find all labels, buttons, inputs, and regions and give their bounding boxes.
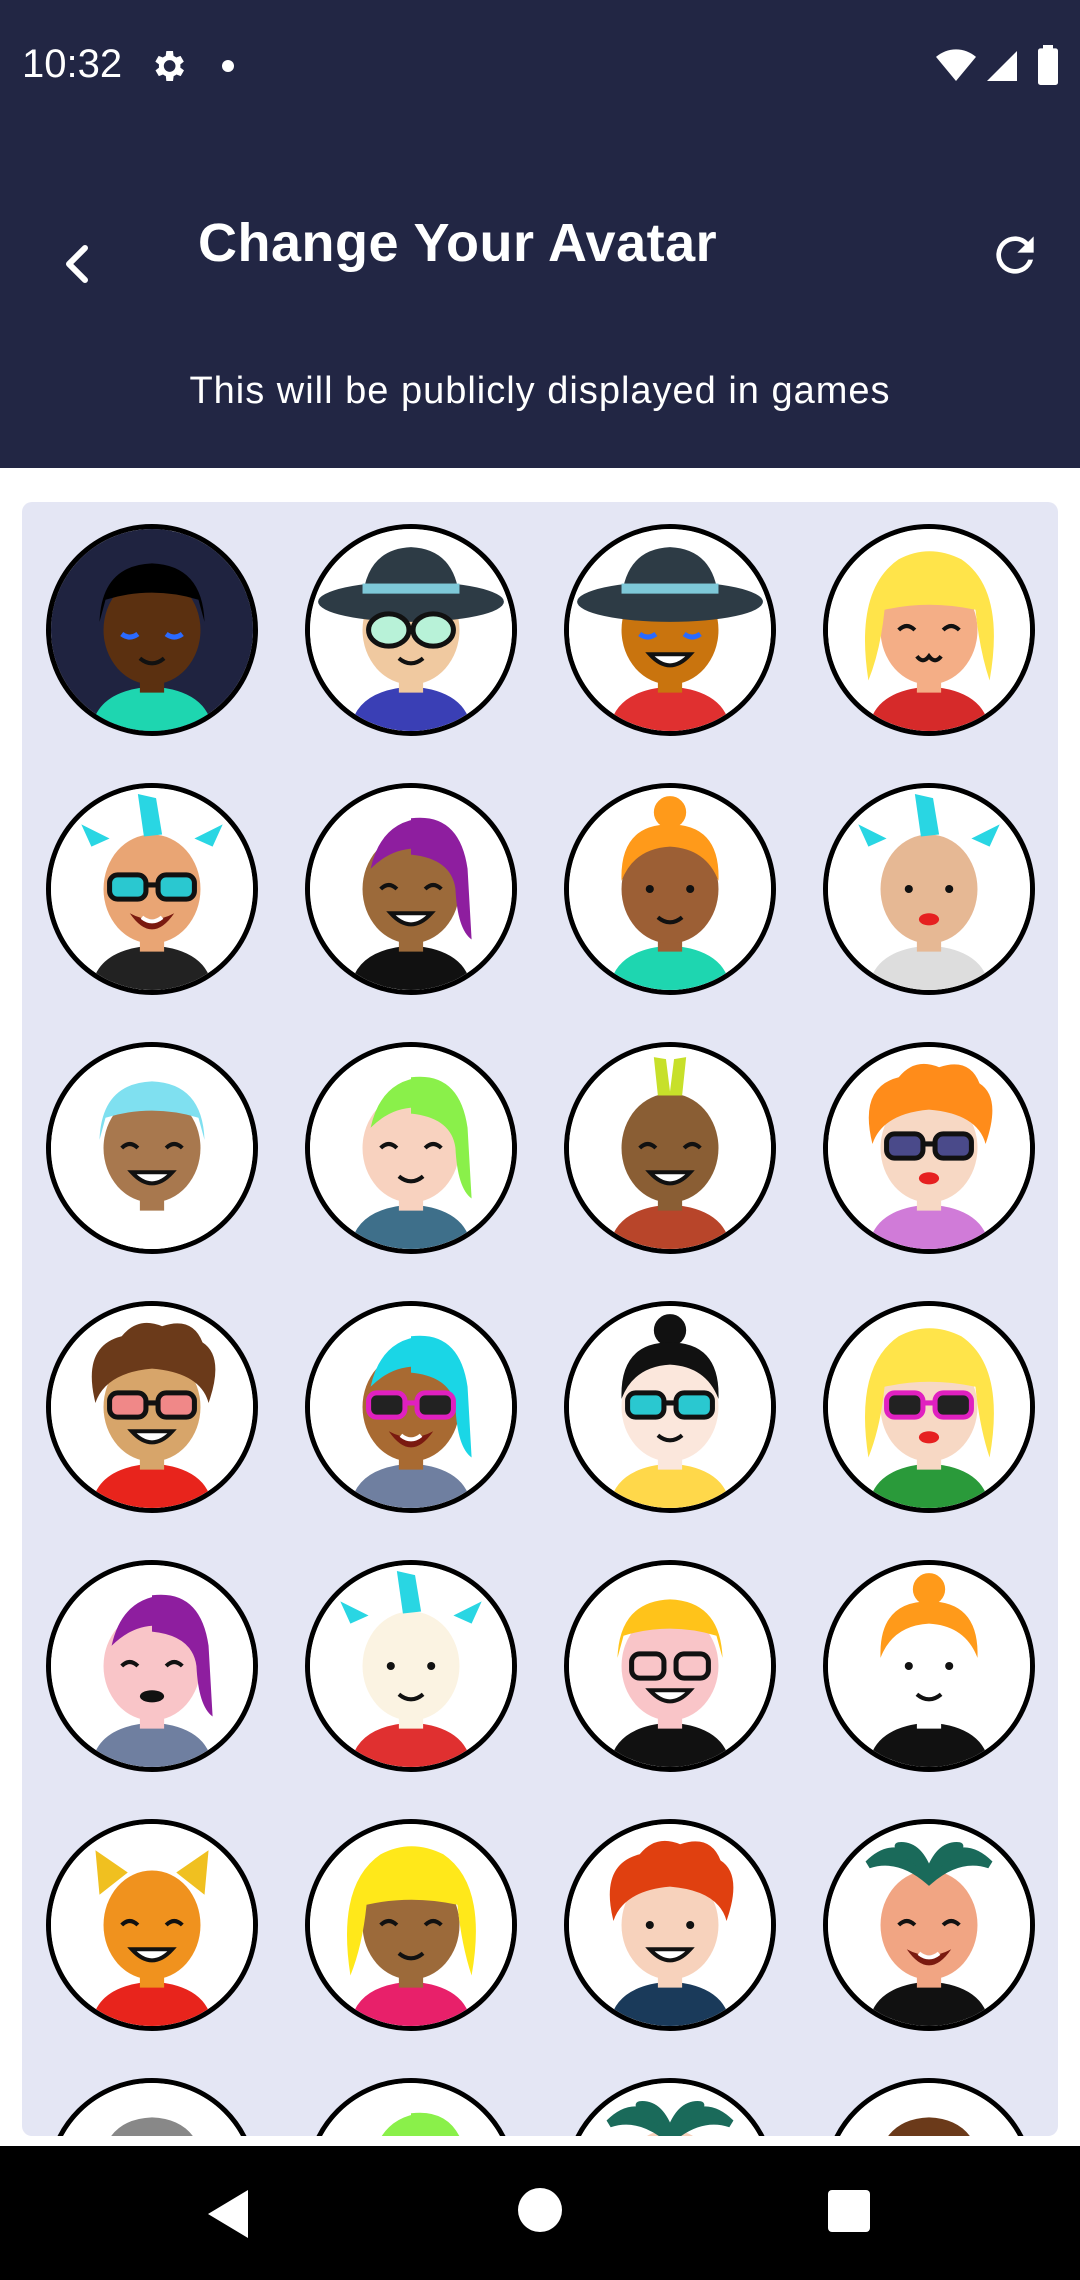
avatar-option[interactable]	[823, 1042, 1035, 1254]
avatar-illustration	[310, 1306, 512, 1508]
avatar-option[interactable]	[823, 1819, 1035, 2031]
status-time: 10:32	[22, 42, 123, 86]
avatar-grid	[22, 502, 1058, 2136]
avatar-illustration	[569, 529, 771, 731]
page-subtitle: This will be publicly displayed in games	[189, 370, 891, 412]
avatar-option[interactable]	[46, 1301, 258, 1513]
avatar-option[interactable]	[564, 524, 776, 736]
avatar-option[interactable]	[46, 783, 258, 995]
recents-square-icon[interactable]	[828, 2190, 870, 2232]
avatar-illustration	[51, 1824, 253, 2026]
avatar-grid-panel	[22, 502, 1058, 2136]
avatar-option[interactable]	[564, 1560, 776, 1772]
avatar-illustration	[828, 529, 1030, 731]
avatar-illustration	[51, 1047, 253, 1249]
status-bar: 10:32	[0, 0, 1080, 136]
avatar-option[interactable]	[305, 1560, 517, 1772]
avatar-option[interactable]	[564, 1042, 776, 1254]
avatar-option[interactable]	[305, 1819, 517, 2031]
avatar-illustration	[310, 2083, 512, 2136]
avatar-option[interactable]	[305, 1042, 517, 1254]
avatar-illustration	[310, 788, 512, 990]
avatar-illustration	[310, 529, 512, 731]
avatar-illustration	[51, 1306, 253, 1508]
page-title: Change Your Avatar	[198, 213, 718, 273]
avatar-option[interactable]	[305, 524, 517, 736]
avatar-option[interactable]	[46, 1560, 258, 1772]
avatar-illustration	[569, 1047, 771, 1249]
avatar-illustration	[310, 1565, 512, 1767]
notification-dot-icon	[222, 60, 234, 72]
avatar-illustration	[569, 1565, 771, 1767]
avatar-option-selected[interactable]	[46, 524, 258, 736]
refresh-icon	[996, 236, 1034, 274]
avatar-option[interactable]	[564, 783, 776, 995]
avatar-option[interactable]	[564, 1301, 776, 1513]
avatar-illustration	[828, 1306, 1030, 1508]
avatar-option[interactable]	[823, 783, 1035, 995]
avatar-illustration	[828, 2083, 1030, 2136]
system-nav-bar	[0, 2146, 1080, 2280]
home-circle-icon[interactable]	[518, 2188, 562, 2232]
avatar-illustration	[828, 1047, 1030, 1249]
refresh-button[interactable]	[980, 220, 1050, 290]
avatar-illustration	[828, 1565, 1030, 1767]
avatar-illustration	[569, 2083, 771, 2136]
avatar-option[interactable]	[305, 1301, 517, 1513]
avatar-illustration	[569, 1824, 771, 2026]
avatar-illustration	[51, 1565, 253, 1767]
avatar-option[interactable]	[305, 783, 517, 995]
battery-icon	[1038, 45, 1058, 85]
avatar-option[interactable]	[46, 1819, 258, 2031]
avatar-illustration	[51, 529, 253, 731]
app-header: Change Your Avatar This will be publicly…	[0, 136, 1080, 468]
avatar-option[interactable]	[823, 524, 1035, 736]
avatar-option[interactable]	[823, 1560, 1035, 1772]
signal-icon	[987, 51, 1017, 81]
avatar-option[interactable]	[46, 2078, 258, 2136]
avatar-illustration	[310, 1824, 512, 2026]
avatar-option[interactable]	[305, 2078, 517, 2136]
avatar-option[interactable]	[823, 2078, 1035, 2136]
avatar-option[interactable]	[564, 2078, 776, 2136]
back-triangle-icon[interactable]	[200, 2186, 256, 2242]
avatar-illustration	[310, 1047, 512, 1249]
avatar-option[interactable]	[823, 1301, 1035, 1513]
avatar-option[interactable]	[564, 1819, 776, 2031]
chevron-left-icon	[66, 245, 88, 283]
avatar-illustration	[51, 788, 253, 990]
avatar-illustration	[828, 788, 1030, 990]
avatar-illustration	[569, 788, 771, 990]
gear-icon	[155, 51, 184, 81]
avatar-illustration	[51, 2083, 253, 2136]
back-button[interactable]	[46, 224, 106, 304]
avatar-illustration	[569, 1306, 771, 1508]
wifi-icon	[936, 49, 976, 81]
avatar-option[interactable]	[46, 1042, 258, 1254]
avatar-illustration	[828, 1824, 1030, 2026]
